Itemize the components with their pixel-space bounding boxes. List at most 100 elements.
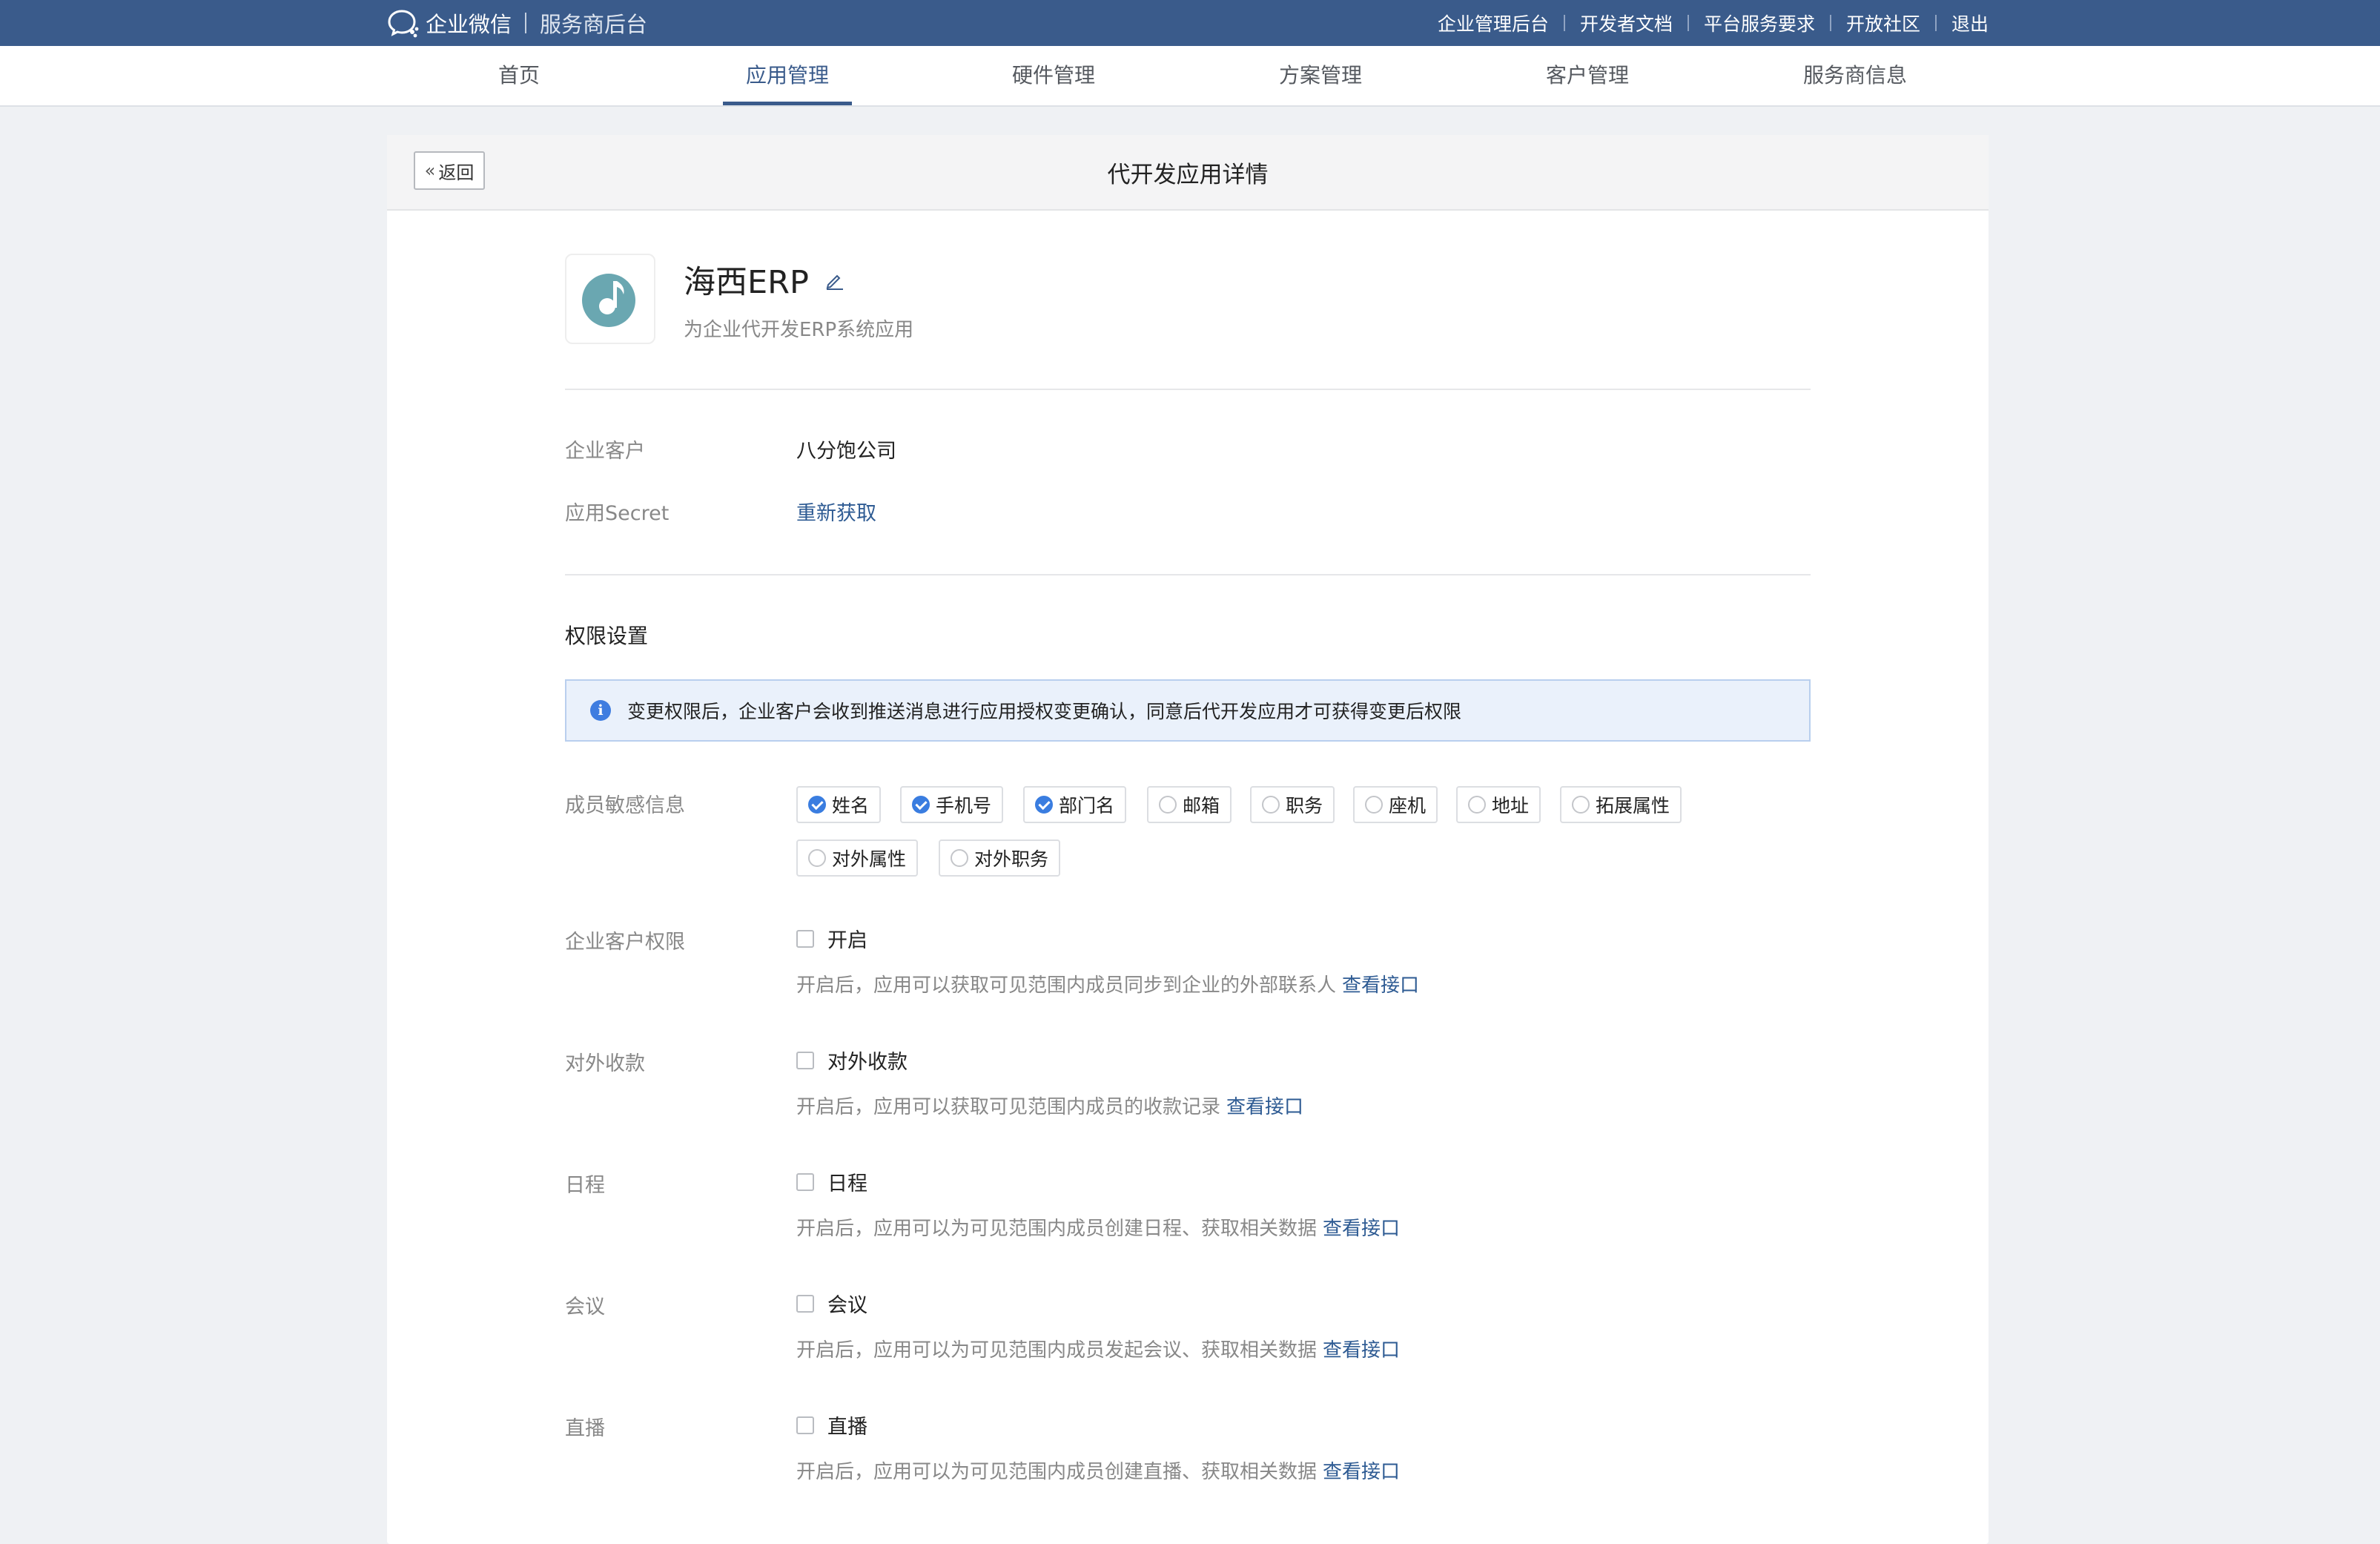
app-icon	[565, 254, 655, 344]
secret-label: 应用Secret	[565, 502, 670, 525]
checkbox-label: 直播	[827, 1416, 867, 1439]
permissions-section-title: 权限设置	[565, 624, 649, 648]
view-api-link[interactable]: 查看接口	[1342, 974, 1419, 997]
link-platform-requirements[interactable]: 平台服务要求	[1704, 10, 1815, 36]
schedule-checkbox[interactable]: 日程	[796, 1167, 867, 1196]
chip-label: 职务	[1286, 795, 1323, 816]
chip-label: 地址	[1492, 795, 1530, 816]
music-disc-icon	[582, 274, 635, 327]
link-divider	[1829, 15, 1831, 31]
meeting-hint: 开启后，应用可以为可见范围内成员发起会议、获取相关数据 查看接口	[796, 1335, 1400, 1362]
check-circle-icon	[1035, 796, 1053, 814]
hint-text: 开启后，应用可以为可见范围内成员创建日程、获取相关数据	[796, 1218, 1318, 1240]
chip-label: 部门名	[1059, 795, 1115, 816]
link-logout[interactable]: 退出	[1951, 10, 1989, 36]
card-header: « 返回 代开发应用详情	[387, 135, 1989, 211]
check-circle-icon	[912, 796, 930, 814]
chip-label: 姓名	[832, 795, 870, 816]
check-circle-icon	[808, 796, 826, 814]
schedule-hint: 开启后，应用可以为可见范围内成员创建日程、获取相关数据 查看接口	[796, 1213, 1400, 1241]
chip-email[interactable]: 邮箱	[1147, 786, 1232, 823]
top-links: 企业管理后台 开发者文档 平台服务要求 开放社区 退出	[1438, 9, 1989, 37]
meeting-checkbox[interactable]: 会议	[796, 1289, 867, 1318]
chip-extended-attrs[interactable]: 拓展属性	[1560, 786, 1682, 823]
livestream-hint: 开启后，应用可以为可见范围内成员创建直播、获取相关数据 查看接口	[796, 1456, 1400, 1484]
divider	[565, 389, 1811, 390]
link-divider	[1687, 15, 1689, 31]
tab-home[interactable]: 首页	[475, 46, 563, 105]
permission-notice: i 变更权限后，企业客户会收到推送消息进行应用授权变更确认，同意后代开发应用才可…	[565, 679, 1811, 742]
member-info-label: 成员敏感信息	[565, 794, 685, 817]
view-api-link[interactable]: 查看接口	[1323, 1339, 1400, 1362]
customer-value: 八分饱公司	[796, 440, 896, 463]
edit-pencil-icon[interactable]	[824, 268, 846, 291]
checkbox-label: 会议	[827, 1294, 867, 1317]
link-divider	[1563, 15, 1565, 31]
chip-external-position[interactable]: 对外职务	[939, 839, 1061, 877]
chip-external-attrs[interactable]: 对外属性	[796, 839, 919, 877]
link-divider	[1934, 15, 1937, 31]
empty-circle-icon	[1262, 796, 1280, 814]
chip-mobile[interactable]: 手机号	[900, 786, 1004, 823]
refetch-secret-link[interactable]: 重新获取	[796, 497, 876, 526]
brand-name: 企业微信	[426, 12, 512, 37]
app-detail-card: « 返回 代开发应用详情 海西ERP 为企业代开发ERP系统应用 企业客户 八分…	[387, 135, 1989, 1544]
view-api-link[interactable]: 查看接口	[1226, 1096, 1303, 1118]
empty-circle-icon	[1159, 796, 1177, 814]
checkbox-label: 日程	[827, 1172, 867, 1195]
external-payment-hint: 开启后，应用可以获取可见范围内成员的收款记录 查看接口	[796, 1092, 1303, 1119]
chip-address[interactable]: 地址	[1456, 786, 1541, 823]
checkbox-label: 对外收款	[827, 1051, 908, 1074]
empty-circle-icon	[1468, 796, 1486, 814]
tab-app-management[interactable]: 应用管理	[723, 46, 852, 105]
customer-permission-label: 企业客户权限	[565, 931, 685, 954]
tab-hardware-management[interactable]: 硬件管理	[994, 46, 1114, 105]
view-api-link[interactable]: 查看接口	[1323, 1461, 1400, 1483]
customer-permission-hint: 开启后，应用可以获取可见范围内成员同步到企业的外部联系人 查看接口	[796, 970, 1419, 997]
meeting-label: 会议	[565, 1296, 605, 1319]
external-payment-checkbox[interactable]: 对外收款	[796, 1046, 908, 1075]
chip-label: 座机	[1389, 795, 1427, 816]
checkbox-label: 开启	[827, 929, 867, 952]
app-name-row: 海西ERP	[684, 257, 846, 303]
empty-circle-icon	[808, 849, 826, 867]
app-description: 为企业代开发ERP系统应用	[684, 319, 914, 341]
link-open-community[interactable]: 开放社区	[1846, 10, 1920, 36]
chip-name[interactable]: 姓名	[796, 786, 882, 823]
checkbox-icon	[796, 1416, 814, 1434]
top-bar: 企业微信 服务商后台 企业管理后台 开发者文档 平台服务要求 开放社区 退出	[0, 0, 2380, 46]
tab-customer-management[interactable]: 客户管理	[1527, 46, 1647, 105]
chip-label: 邮箱	[1183, 795, 1220, 816]
brand[interactable]: 企业微信 服务商后台	[387, 9, 648, 38]
page-title: 代开发应用详情	[1107, 162, 1269, 188]
chip-label: 对外职务	[974, 848, 1049, 870]
customer-permission-checkbox[interactable]: 开启	[796, 924, 867, 953]
link-admin-console[interactable]: 企业管理后台	[1438, 10, 1549, 36]
brand-divider	[525, 13, 527, 33]
livestream-label: 直播	[565, 1417, 605, 1440]
empty-circle-icon	[1365, 796, 1383, 814]
app-name: 海西ERP	[684, 264, 809, 301]
checkbox-icon	[796, 1294, 814, 1313]
customer-label: 企业客户	[565, 440, 645, 463]
tab-provider-info[interactable]: 服务商信息	[1790, 46, 1920, 105]
checkbox-icon	[796, 1172, 814, 1191]
schedule-label: 日程	[565, 1174, 605, 1197]
main-nav: 首页 应用管理 硬件管理 方案管理 客户管理 服务商信息	[0, 46, 2380, 107]
notice-text: 变更权限后，企业客户会收到推送消息进行应用授权变更确认，同意后代开发应用才可获得…	[627, 701, 1462, 722]
info-icon: i	[590, 700, 611, 721]
external-payment-label: 对外收款	[565, 1052, 645, 1075]
view-api-link[interactable]: 查看接口	[1323, 1218, 1400, 1240]
chip-landline[interactable]: 座机	[1353, 786, 1438, 823]
chip-department[interactable]: 部门名	[1023, 786, 1127, 823]
livestream-checkbox[interactable]: 直播	[796, 1411, 867, 1439]
empty-circle-icon	[1572, 796, 1590, 814]
hint-text: 开启后，应用可以获取可见范围内成员同步到企业的外部联系人	[796, 974, 1337, 997]
divider	[565, 574, 1811, 575]
brand-subtitle: 服务商后台	[540, 12, 648, 37]
link-developer-docs[interactable]: 开发者文档	[1580, 10, 1673, 36]
hint-text: 开启后，应用可以获取可见范围内成员的收款记录	[796, 1096, 1221, 1118]
chip-position[interactable]: 职务	[1250, 786, 1335, 823]
checkbox-icon	[796, 929, 814, 948]
tab-solution-management[interactable]: 方案管理	[1260, 46, 1381, 105]
